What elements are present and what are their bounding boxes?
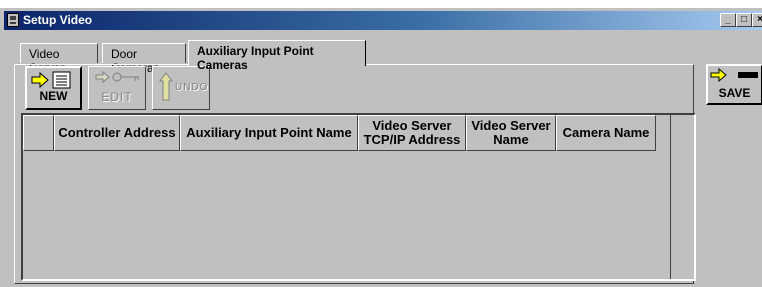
undo-button-label: UNDO (175, 82, 209, 93)
edit-button-label: EDIT (101, 90, 133, 104)
minimize-button[interactable]: _ (720, 13, 736, 27)
row-selector-header[interactable] (23, 115, 54, 151)
save-button[interactable]: SAVE (706, 64, 762, 105)
window-controls: _ □ × (720, 13, 762, 27)
app-icon[interactable] (7, 13, 19, 27)
close-button[interactable]: × (752, 13, 762, 27)
new-record-icon (31, 71, 71, 89)
title-bar[interactable]: Setup Video _ □ × (4, 11, 762, 30)
edit-button[interactable]: EDIT (88, 66, 146, 110)
maximize-button[interactable]: □ (736, 13, 752, 27)
tab-video-server[interactable]: Video Server (20, 43, 98, 75)
new-button[interactable]: NEW (25, 66, 82, 110)
column-header-video-server-name[interactable]: Video Server Name (466, 115, 556, 151)
edit-key-icon (95, 70, 139, 84)
vertical-scrollbar[interactable] (670, 115, 694, 279)
tab-auxiliary-input-point-cameras[interactable]: Auxiliary Input Point Cameras (188, 40, 366, 72)
save-button-label: SAVE (718, 86, 751, 100)
column-header-auxiliary-input-point-name[interactable]: Auxiliary Input Point Name (180, 115, 358, 151)
cameras-table[interactable]: Controller Address Auxiliary Input Point… (21, 113, 696, 281)
undo-arrow-icon (159, 72, 173, 101)
new-button-label: NEW (39, 89, 68, 103)
title-bar-area: Setup Video _ □ × (0, 0, 762, 30)
tab-door-cameras[interactable]: Door Cameras (102, 43, 186, 75)
column-header-controller-address[interactable]: Controller Address (54, 115, 180, 151)
column-header-video-server-tcpip-address[interactable]: Video Server TCP/IP Address (358, 115, 466, 151)
undo-button[interactable]: UNDO (152, 66, 210, 110)
column-header-camera-name[interactable]: Camera Name (556, 115, 656, 151)
window-title: Setup Video (23, 13, 93, 27)
save-icon (710, 68, 758, 82)
